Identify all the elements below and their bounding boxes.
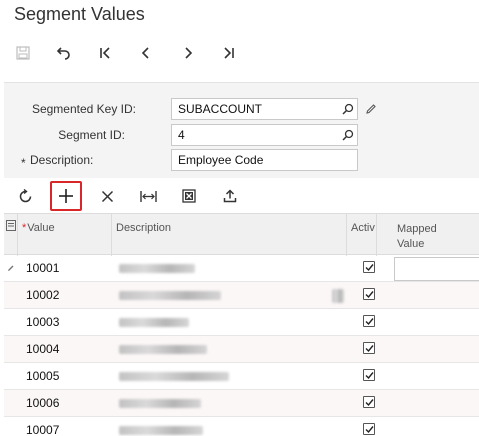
active-checkbox[interactable] [363,315,375,327]
row-selector-header[interactable] [4,214,18,256]
redacted-description [119,345,207,354]
table-row[interactable]: 10001 [4,255,479,282]
first-record-button[interactable] [92,40,118,66]
segmented-key-label: Segmented Key ID: [31,102,136,116]
table-row[interactable]: 10004 [4,336,479,363]
segmented-key-field[interactable]: SUBACCOUNT [171,98,358,120]
redacted-description [119,399,201,408]
previous-record-button[interactable] [133,40,159,66]
grid-toolbar [0,181,479,211]
record-toolbar [0,40,479,66]
cell-value[interactable]: 10003 [26,309,59,336]
save-button[interactable] [10,40,36,66]
undo-icon [56,47,70,60]
segmented-key-search-button[interactable] [340,101,356,117]
search-icon [342,103,354,115]
cell-value[interactable]: 10004 [26,336,59,363]
fit-columns-button[interactable] [134,182,162,210]
redacted-mark [332,289,344,303]
last-icon [224,47,234,59]
redacted-description [119,372,229,381]
summary-form: Segmented Key ID: SUBACCOUNT Segment ID:… [4,82,479,178]
redacted-description [119,264,195,273]
table-row[interactable]: 10002 [4,282,479,309]
plus-icon [59,189,73,203]
active-checkbox[interactable] [363,369,375,381]
table-row[interactable]: 10007 [4,417,479,436]
refresh-icon [19,188,31,202]
segment-id-field[interactable]: 4 [171,124,358,146]
page-title: Segment Values [14,4,145,24]
save-icon [16,46,30,60]
required-marker: * [21,156,26,170]
upload-button[interactable] [216,182,244,210]
previous-icon [141,47,149,59]
mapped-value-line-2: Value [397,238,425,250]
delete-row-button[interactable] [93,182,121,210]
pencil-icon [366,104,376,114]
active-checkbox[interactable] [363,396,375,408]
search-icon [342,129,354,141]
active-checkbox[interactable] [363,288,375,300]
checkmark-icon [365,291,374,299]
checkmark-icon [365,345,374,353]
checkmark-icon [365,264,374,272]
redacted-description [119,426,203,435]
column-header-value[interactable]: *Value [18,214,112,256]
mapped-value-input[interactable] [394,257,479,281]
segment-id-search-button[interactable] [340,127,356,143]
redacted-description [119,318,189,327]
grid-header: *Value Description Activ Mapped Value [4,213,479,256]
required-marker: * [22,222,27,234]
fit-width-icon [139,190,157,202]
file-icon [6,220,16,231]
checkmark-icon [365,399,374,407]
redacted-description [119,291,221,300]
first-icon [100,47,110,59]
refresh-button[interactable] [11,182,39,210]
column-header-description[interactable]: Description [112,214,347,256]
edit-row-icon [8,265,14,271]
export-excel-button[interactable] [175,182,203,210]
table-row[interactable]: 10006 [4,390,479,417]
mapped-value-line-1: Mapped [397,223,437,235]
add-row-button[interactable] [50,181,82,211]
edit-key-button[interactable] [363,101,379,117]
table-row[interactable]: 10003 [4,309,479,336]
last-record-button[interactable] [216,40,242,66]
segment-values-grid: *Value Description Activ Mapped Value 10… [4,213,479,436]
description-field[interactable]: Employee Code [171,149,358,171]
segment-id-label: Segment ID: [58,128,125,142]
column-header-mapped-value[interactable]: Mapped Value [393,214,479,256]
upload-icon [223,189,237,203]
description-label: Description: [30,153,94,167]
checkmark-icon [365,426,374,434]
excel-icon [182,189,196,203]
column-header-active[interactable]: Activ [347,214,377,256]
checkmark-icon [365,372,374,380]
active-checkbox[interactable] [363,423,375,435]
checkmark-icon [365,318,374,326]
active-checkbox[interactable] [363,342,375,354]
cell-value[interactable]: 10002 [26,282,59,309]
cell-value[interactable]: 10001 [26,255,59,282]
undo-button[interactable] [51,40,77,66]
table-row[interactable]: 10005 [4,363,479,390]
next-record-button[interactable] [175,40,201,66]
cell-value[interactable]: 10005 [26,363,59,390]
close-icon [101,190,113,202]
active-checkbox[interactable] [363,261,375,273]
next-icon [185,47,193,59]
column-header-value-label: Value [27,222,55,234]
cell-value[interactable]: 10006 [26,390,59,417]
cell-value[interactable]: 10007 [26,417,59,436]
